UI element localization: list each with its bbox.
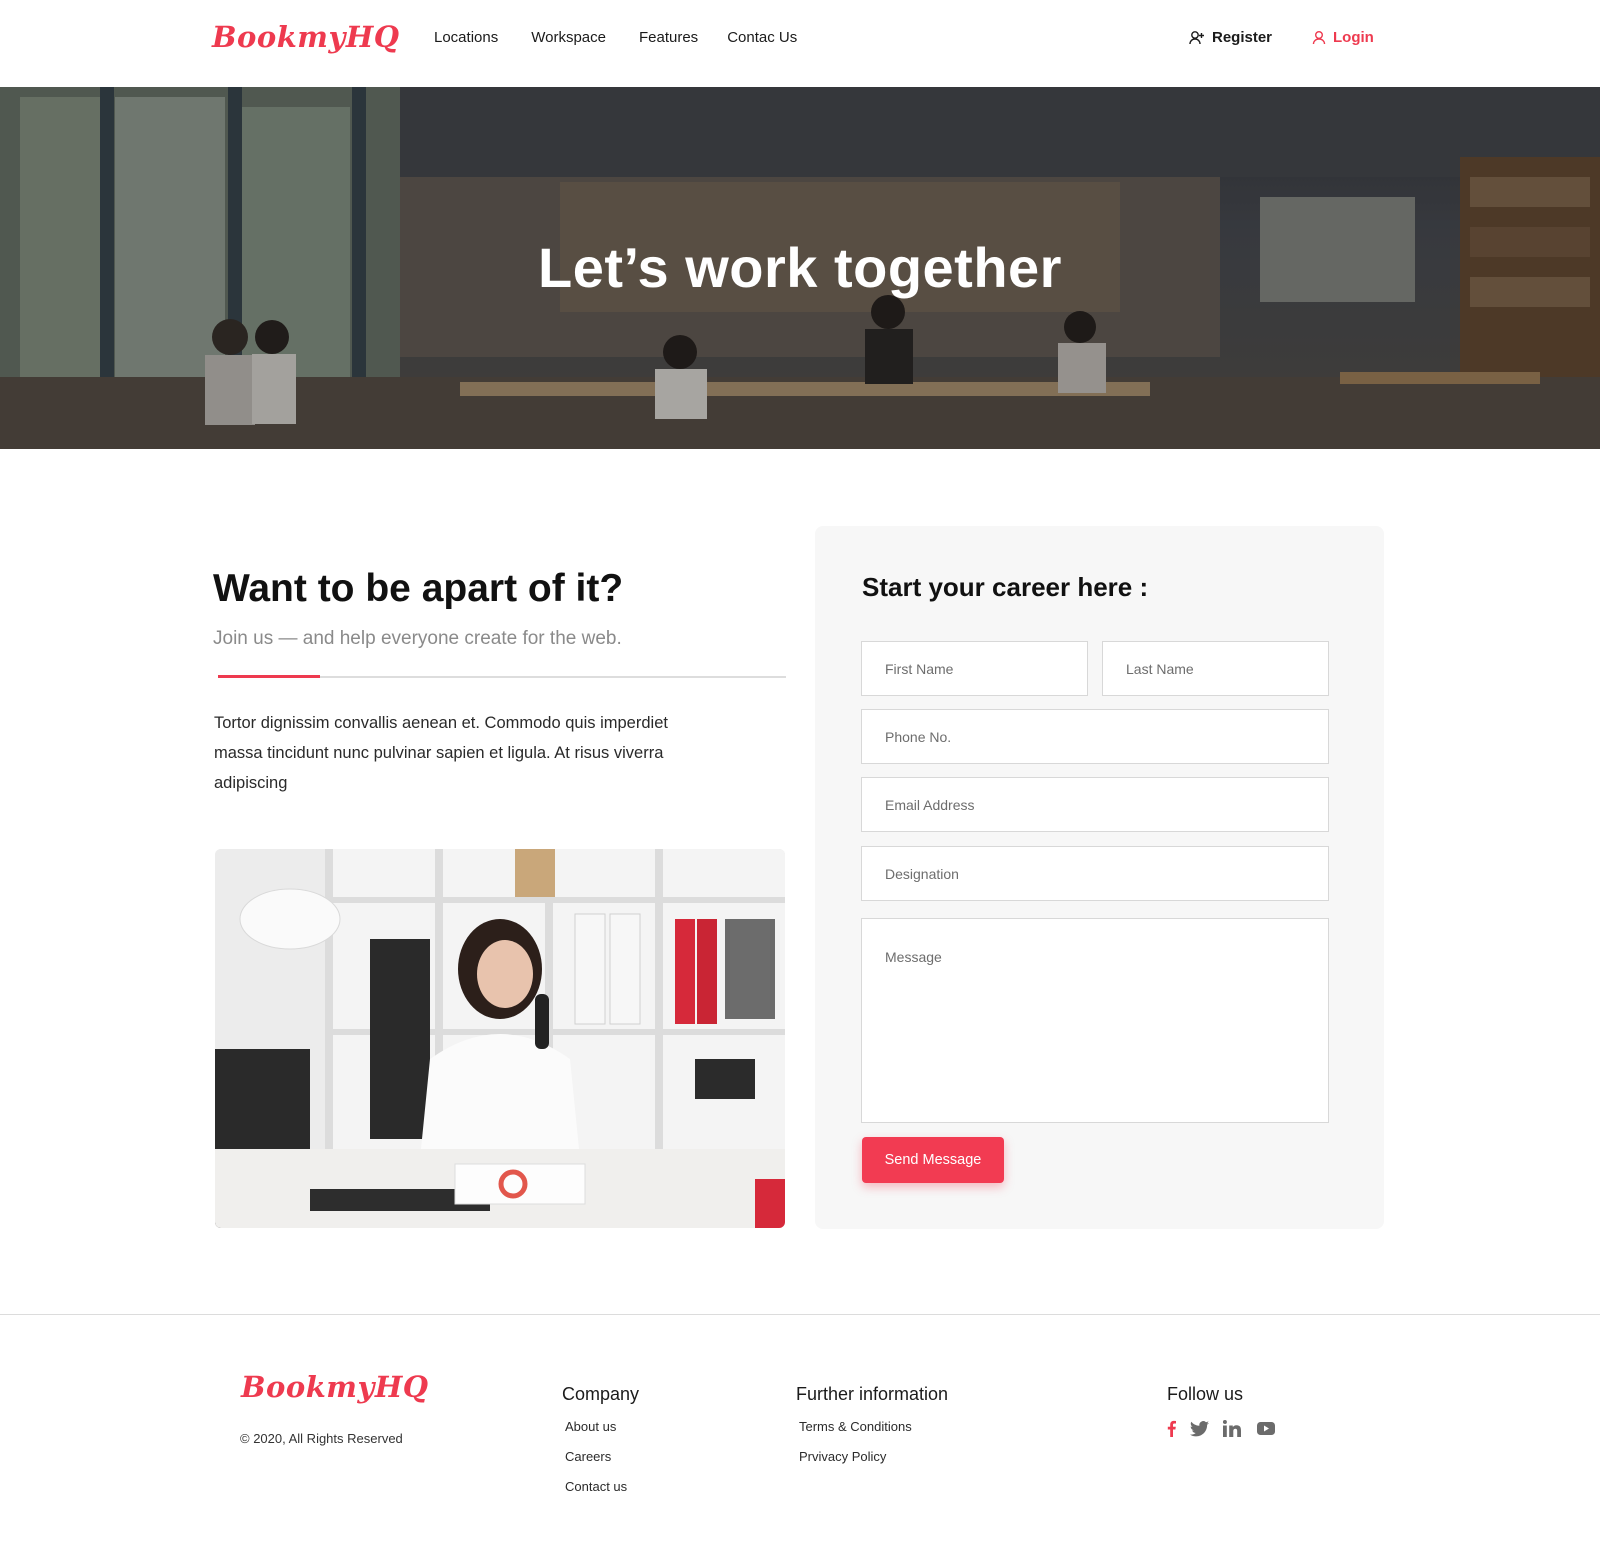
add-user-icon: [1189, 31, 1204, 45]
phone-field[interactable]: Phone No.: [861, 709, 1329, 764]
facebook-icon[interactable]: [1167, 1420, 1176, 1442]
hero-banner: Let’s work together: [0, 87, 1600, 449]
further-info-heading: Further information: [796, 1384, 949, 1404]
section-body: Tortor dignissim convallis aenean et. Co…: [214, 714, 668, 792]
first-name-field[interactable]: First Name: [861, 641, 1088, 696]
twitter-icon[interactable]: [1190, 1420, 1209, 1442]
divider-accent: [218, 675, 320, 678]
section-title: Want to be apart of it?: [213, 567, 624, 610]
main-nav: Locations Workspace Features Contac Us: [434, 29, 830, 46]
copyright-text: © 2020, All Rights Reserved: [240, 1431, 403, 1446]
login-button[interactable]: Login: [1312, 29, 1374, 46]
user-icon: [1312, 31, 1326, 45]
social-links: [1167, 1420, 1275, 1442]
footer-divider: [0, 1314, 1600, 1315]
footer-link-terms[interactable]: Terms & Conditions: [799, 1419, 912, 1434]
nav-workspace[interactable]: Workspace: [531, 29, 606, 46]
register-button[interactable]: Register: [1189, 29, 1272, 46]
footer-link-careers[interactable]: Careers: [565, 1449, 611, 1464]
footer-link-privacy[interactable]: Prvivacy Policy: [799, 1449, 886, 1464]
register-label: Register: [1212, 29, 1273, 46]
linkedin-icon[interactable]: [1222, 1420, 1241, 1442]
last-name-field[interactable]: Last Name: [1102, 641, 1329, 696]
company-heading: Company: [562, 1384, 640, 1404]
youtube-icon[interactable]: [1257, 1422, 1275, 1440]
nav-contact[interactable]: Contac Us: [727, 29, 797, 46]
nav-features[interactable]: Features: [639, 29, 698, 46]
career-form-card: Start your career here : First Name Last…: [815, 526, 1384, 1229]
section-divider: [218, 675, 786, 678]
brand-logo[interactable]: BookmyHQ: [212, 20, 400, 54]
login-label: Login: [1333, 29, 1374, 46]
email-field[interactable]: Email Address: [861, 777, 1329, 832]
form-title: Start your career here :: [862, 572, 1149, 602]
footer-logo[interactable]: BookmyHQ: [241, 1370, 429, 1404]
footer-link-contact[interactable]: Contact us: [565, 1479, 627, 1494]
footer-link-about[interactable]: About us: [565, 1419, 616, 1434]
hero-title: Let’s work together: [538, 236, 1062, 299]
designation-field[interactable]: Designation: [861, 846, 1329, 901]
message-field[interactable]: Message: [861, 918, 1329, 1123]
follow-heading: Follow us: [1167, 1384, 1244, 1404]
office-worker-photo: [215, 849, 785, 1228]
section-subtitle: Join us — and help everyone create for t…: [213, 628, 622, 649]
nav-locations[interactable]: Locations: [434, 29, 498, 46]
site-header: BookmyHQ Locations Workspace Features Co…: [0, 0, 1600, 87]
send-message-button[interactable]: Send Message: [862, 1137, 1004, 1183]
